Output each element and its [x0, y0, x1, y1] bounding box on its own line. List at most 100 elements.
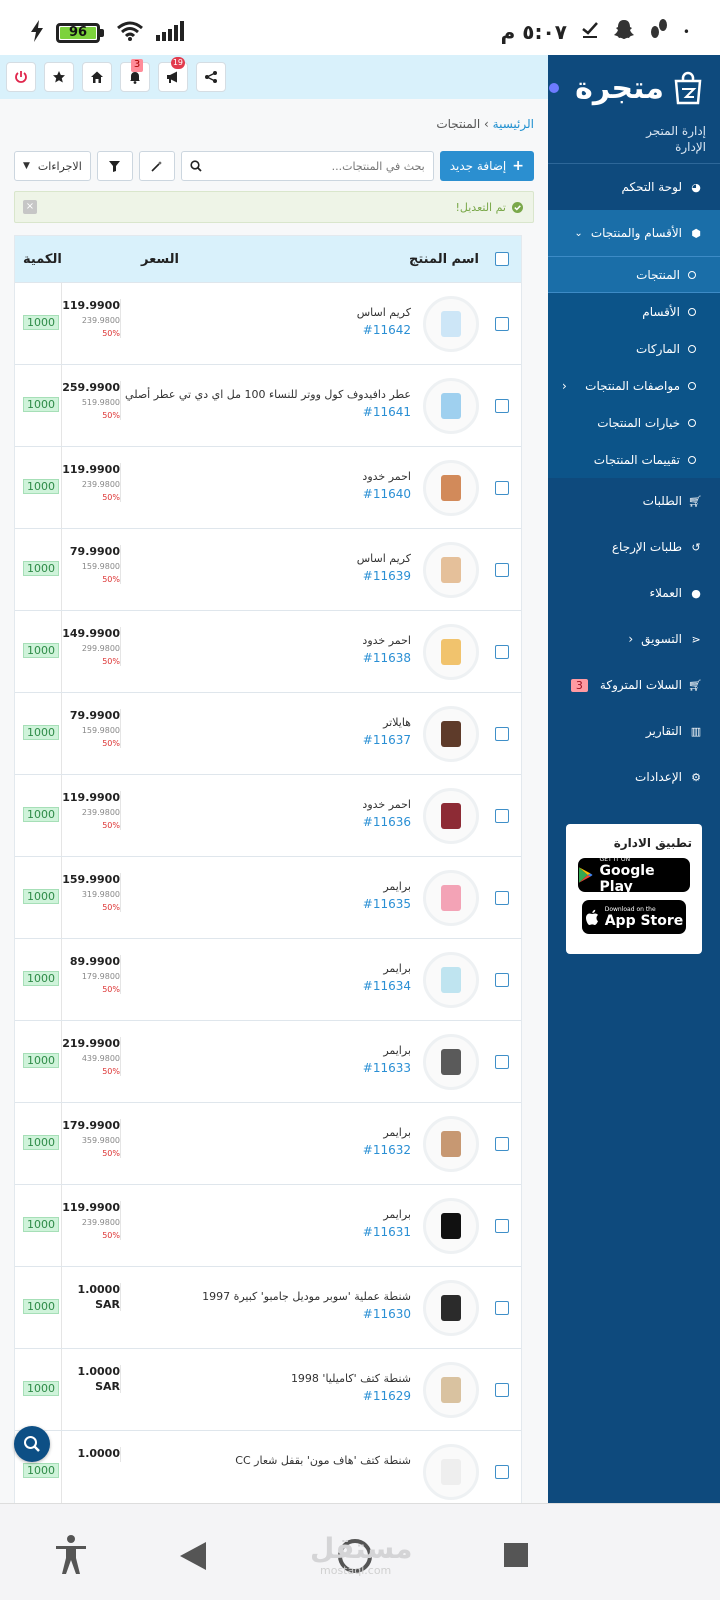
product-thumbnail[interactable]	[423, 624, 479, 680]
sidebar-subitem-brands[interactable]: الماركات	[548, 330, 720, 367]
row-checkbox[interactable]	[495, 1465, 509, 1479]
product-id[interactable]: #11631	[363, 1225, 411, 1239]
table-row[interactable]: شنطة كتف 'كاميليا' 1998 #11629 1.0000 SA…	[15, 1348, 521, 1431]
product-name[interactable]: شنطة كتف 'كاميليا' 1998	[291, 1372, 411, 1385]
favorites-button[interactable]	[44, 62, 74, 92]
table-row[interactable]: شنطة عملية 'سوبر موديل جامبو' كبيرة 1997…	[15, 1266, 521, 1349]
sidebar-item-reports[interactable]: ▥ التقارير	[548, 708, 720, 754]
product-thumbnail[interactable]	[423, 1362, 479, 1418]
table-row[interactable]: كريم اساس #11639 79.9900 159.9800 50% 10…	[15, 528, 521, 611]
row-checkbox[interactable]	[495, 1301, 509, 1315]
table-row[interactable]: برايمر #11633 219.9900 439.9800 50% 1000	[15, 1020, 521, 1103]
product-thumbnail[interactable]	[423, 460, 479, 516]
product-thumbnail[interactable]	[423, 1198, 479, 1254]
table-row[interactable]: احمر خدود #11636 119.9900 239.9800 50% 1…	[15, 774, 521, 857]
product-id[interactable]: #11642	[363, 323, 411, 337]
row-checkbox[interactable]	[495, 399, 509, 413]
product-thumbnail[interactable]	[423, 706, 479, 762]
product-id[interactable]: #11638	[363, 651, 411, 665]
sidebar-item-abandoned-carts[interactable]: 🛒︎ السلات المتروكة 3	[548, 662, 720, 708]
table-row[interactable]: برايمر #11635 159.9900 319.9800 50% 1000	[15, 856, 521, 939]
google-play-button[interactable]: GET IT ON Google Play	[578, 856, 690, 895]
row-checkbox[interactable]	[495, 645, 509, 659]
product-name[interactable]: هايلاتر	[383, 716, 411, 729]
product-id[interactable]: #11640	[363, 487, 411, 501]
row-checkbox[interactable]	[495, 1137, 509, 1151]
close-icon[interactable]: ×	[23, 200, 37, 214]
product-id[interactable]: #11636	[363, 815, 411, 829]
add-new-button[interactable]: + إضافة جديد	[439, 151, 534, 181]
share-button[interactable]	[196, 62, 226, 92]
breadcrumb-home[interactable]: الرئيسية	[493, 117, 534, 131]
app-store-button[interactable]: Download on the App Store	[582, 900, 686, 934]
product-name[interactable]: احمر خدود	[362, 798, 411, 811]
product-thumbnail[interactable]	[423, 542, 479, 598]
magic-wand-button[interactable]	[138, 151, 175, 181]
product-name[interactable]: كريم اساس	[357, 306, 411, 319]
product-name[interactable]: كريم اساس	[357, 552, 411, 565]
accessibility-button[interactable]	[54, 1534, 88, 1578]
table-row[interactable]: برايمر #11631 119.9900 239.9800 50% 1000	[15, 1184, 521, 1267]
home-button[interactable]	[82, 62, 112, 92]
sidebar-subitem-specifications[interactable]: مواصفات المنتجات ‹	[548, 367, 720, 404]
product-thumbnail[interactable]	[423, 1034, 479, 1090]
row-checkbox[interactable]	[495, 1383, 509, 1397]
row-checkbox[interactable]	[495, 727, 509, 741]
sidebar-item-categories-products[interactable]: ⬢ الأقسام والمنتجات ⌄	[548, 210, 720, 256]
search-fab-button[interactable]	[14, 1426, 50, 1462]
product-id[interactable]: #11633	[363, 1061, 411, 1075]
product-id[interactable]: #11639	[363, 569, 411, 583]
product-id[interactable]: #11635	[363, 897, 411, 911]
notifications-button[interactable]: 3	[120, 59, 150, 92]
row-checkbox[interactable]	[495, 481, 509, 495]
product-thumbnail[interactable]	[423, 1280, 479, 1336]
table-row[interactable]: برايمر #11634 89.9900 179.9800 50% 1000	[15, 938, 521, 1021]
table-row[interactable]: عطر دافيدوف كول ووتر للنساء 100 مل اي دي…	[15, 364, 521, 447]
product-thumbnail[interactable]	[423, 296, 479, 352]
sidebar-item-dashboard[interactable]: ◕ لوحة التحكم	[548, 164, 720, 210]
product-name[interactable]: شنطة عملية 'سوبر موديل جامبو' كبيرة 1997	[202, 1290, 411, 1303]
back-button[interactable]	[180, 1542, 206, 1574]
table-row[interactable]: كريم اساس #11642 119.9900 239.9800 50% 1…	[15, 282, 521, 365]
sidebar-item-settings[interactable]: ⚙ الإعدادات	[548, 754, 720, 800]
product-thumbnail[interactable]	[423, 952, 479, 1008]
row-checkbox[interactable]	[495, 563, 509, 577]
sidebar-item-customers[interactable]: ● العملاء	[548, 570, 720, 616]
product-name[interactable]: برايمر	[383, 1208, 411, 1221]
logo[interactable]: متجرة	[548, 63, 720, 113]
product-name[interactable]: شنطة كتف 'هاف مون' بقفل شعار CC	[235, 1454, 411, 1467]
product-name[interactable]: احمر خدود	[362, 470, 411, 483]
row-checkbox[interactable]	[495, 1055, 509, 1069]
announcements-button[interactable]: 19	[158, 57, 188, 92]
product-name[interactable]: احمر خدود	[362, 634, 411, 647]
product-id[interactable]: #11641	[363, 405, 411, 419]
sidebar-subitem-reviews[interactable]: تقييمات المنتجات	[548, 441, 720, 478]
product-thumbnail[interactable]	[423, 788, 479, 844]
row-checkbox[interactable]	[495, 317, 509, 331]
filter-button[interactable]	[96, 151, 133, 181]
table-row[interactable]: احمر خدود #11638 149.9900 299.9800 50% 1…	[15, 610, 521, 693]
product-id[interactable]: #11630	[363, 1307, 411, 1321]
product-name[interactable]: عطر دافيدوف كول ووتر للنساء 100 مل اي دي…	[125, 388, 411, 401]
row-checkbox[interactable]	[495, 809, 509, 823]
row-checkbox[interactable]	[495, 1219, 509, 1233]
product-id[interactable]: #11634	[363, 979, 411, 993]
sidebar-item-returns[interactable]: ↺ طلبات الإرجاع	[548, 524, 720, 570]
table-row[interactable]: هايلاتر #11637 79.9900 159.9800 50% 1000	[15, 692, 521, 775]
product-name[interactable]: برايمر	[383, 962, 411, 975]
product-name[interactable]: برايمر	[383, 1126, 411, 1139]
product-thumbnail[interactable]	[423, 1444, 479, 1500]
product-id[interactable]: #11637	[363, 733, 411, 747]
product-thumbnail[interactable]	[423, 378, 479, 434]
sidebar-item-orders[interactable]: 🛒︎ الطلبات	[548, 478, 720, 524]
table-row[interactable]: شنطة كتف 'هاف مون' بقفل شعار CC 1.0000 1…	[15, 1430, 521, 1503]
product-id[interactable]: #11632	[363, 1143, 411, 1157]
sidebar-subitem-categories[interactable]: الأقسام	[548, 293, 720, 330]
search-input[interactable]	[207, 159, 425, 173]
table-row[interactable]: احمر خدود #11640 119.9900 239.9800 50% 1…	[15, 446, 521, 529]
product-name[interactable]: برايمر	[383, 880, 411, 893]
product-thumbnail[interactable]	[423, 870, 479, 926]
actions-dropdown[interactable]: الاجراءات ▼	[14, 151, 91, 181]
sidebar-item-marketing[interactable]: ⋖ التسويق ‹	[548, 616, 720, 662]
row-checkbox[interactable]	[495, 973, 509, 987]
